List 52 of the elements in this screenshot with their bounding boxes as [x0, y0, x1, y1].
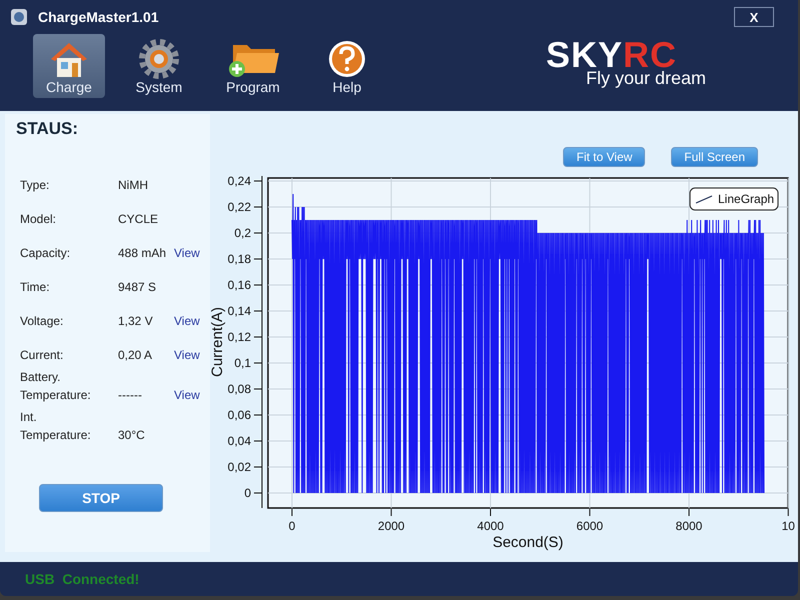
field-label: Time:	[20, 278, 51, 296]
field-label: Current:	[20, 346, 64, 364]
x-tick-label: 2000	[378, 518, 405, 533]
y-axis-title: Current(A)	[210, 306, 226, 377]
y-tick-label: 0,16	[228, 278, 251, 292]
gear-icon	[137, 39, 181, 79]
view-link[interactable]: View	[174, 312, 200, 330]
y-tick-label: 0	[244, 486, 251, 500]
y-tick-label: 0,02	[228, 460, 251, 474]
panel-heading: STAUS:	[15, 118, 80, 140]
y-tick-label: 0,24	[228, 174, 251, 188]
y-tick-label: 0,1	[234, 356, 251, 370]
toolbar-tab[interactable]: Help	[311, 34, 383, 98]
field-label: Capacity:	[20, 244, 72, 262]
toolbar-tab[interactable]: System	[123, 34, 195, 98]
view-link[interactable]: View	[174, 386, 200, 404]
field-value: CYCLE	[118, 210, 160, 228]
y-tick-label: 0,2	[234, 226, 251, 240]
close-button[interactable]: X	[734, 7, 774, 27]
field-label: Model:	[20, 210, 58, 228]
y-tick-label: 0,22	[228, 200, 251, 214]
field-value: 1,32 V	[118, 312, 154, 330]
field-label: Type:	[20, 176, 50, 194]
window-title: ChargeMaster1.01	[38, 9, 160, 25]
field-value: ------	[118, 386, 143, 404]
app-icon	[10, 8, 28, 26]
toolbar-tab[interactable]: Program	[213, 34, 293, 98]
x-axis-title: Second(S)	[492, 534, 564, 551]
y-tick-label: 0,08	[228, 382, 251, 396]
field-value: 30°C	[118, 426, 146, 444]
connection-status: USB Connected!	[25, 570, 140, 587]
field-label: Battery. Temperature:	[20, 368, 92, 404]
y-tick-label: 0,14	[228, 304, 251, 318]
y-tick-label: 0,06	[228, 408, 251, 422]
view-link[interactable]: View	[174, 244, 200, 262]
x-tick-label: 10	[782, 518, 795, 533]
field-value: NiMH	[118, 176, 149, 194]
y-tick-label: 0,18	[228, 252, 251, 266]
x-tick-label: 0	[288, 518, 296, 533]
field-label: Int. Temperature:	[20, 408, 92, 444]
field-value: 0,20 A	[118, 346, 154, 364]
y-tick-label: 0,04	[228, 434, 251, 448]
x-tick-label: 4000	[477, 518, 504, 533]
view-link[interactable]: View	[174, 346, 200, 364]
x-tick-label: 8000	[676, 518, 702, 533]
field-value: 488 mAh	[118, 244, 168, 262]
field-value: 9487 S	[118, 278, 158, 296]
y-tick-label: 0,12	[228, 330, 251, 344]
x-tick-label: 6000	[576, 518, 604, 533]
chart-legend: LineGraph	[690, 187, 778, 210]
toolbar-tab[interactable]: Charge	[33, 34, 105, 98]
field-label: Voltage:	[20, 312, 64, 330]
